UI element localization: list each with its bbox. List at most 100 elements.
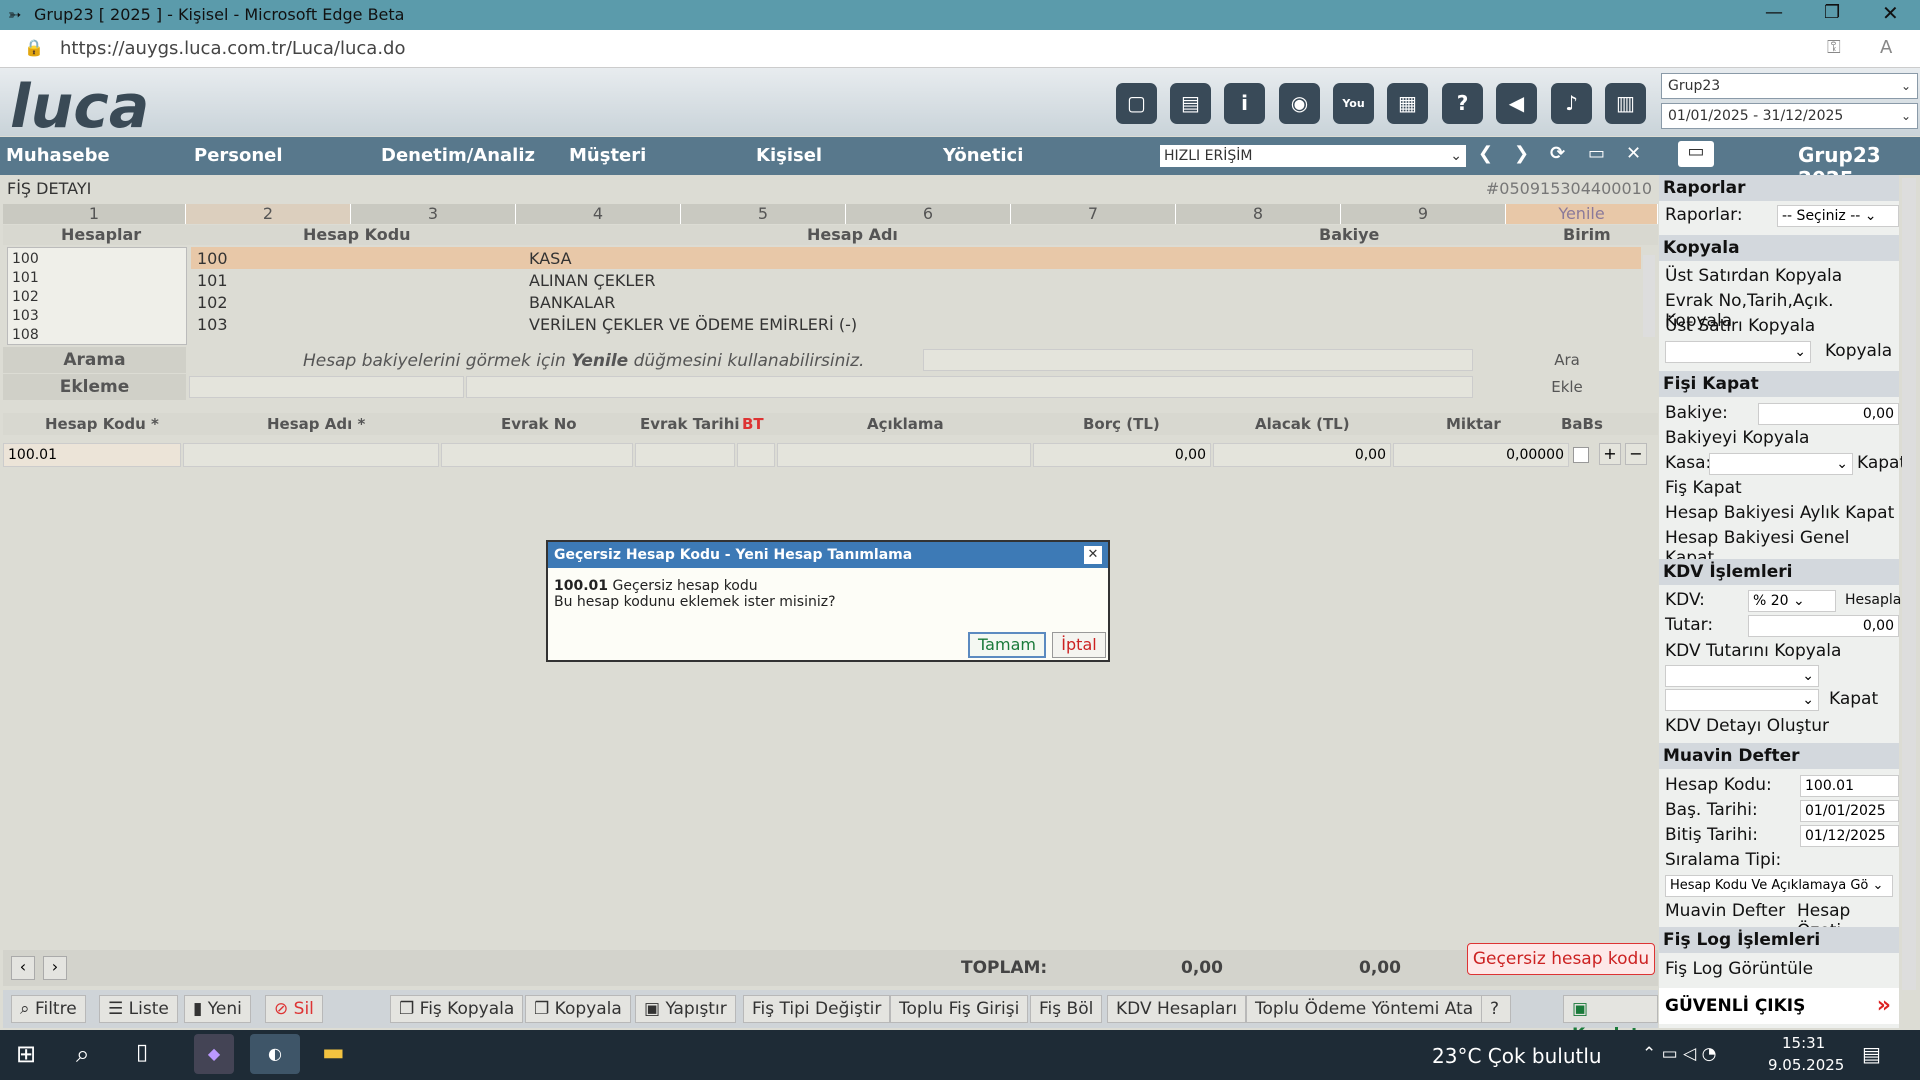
- muavin-defter-link[interactable]: Muavin Defter: [1665, 901, 1785, 921]
- book-icon[interactable]: ▤: [1170, 83, 1211, 124]
- menu-kisisel[interactable]: Kişisel: [756, 145, 822, 166]
- remove-row-button[interactable]: −: [1625, 443, 1647, 465]
- megaphone-icon[interactable]: ◀: [1496, 83, 1537, 124]
- tab-6[interactable]: 6: [846, 204, 1011, 224]
- list-item[interactable]: 101: [12, 269, 182, 288]
- right-scrollbar[interactable]: [1902, 178, 1916, 990]
- restore-icon[interactable]: ❐: [1824, 2, 1840, 23]
- bakiye-kopyala[interactable]: Bakiyeyi Kopyala: [1665, 428, 1809, 448]
- toplu-odeme-button[interactable]: Toplu Ödeme Yöntemi Ata: [1246, 995, 1483, 1023]
- info-icon[interactable]: i: [1224, 83, 1265, 124]
- address-bar[interactable]: 🔒 https://auygs.luca.com.tr/Luca/luca.do…: [0, 30, 1920, 68]
- list-item[interactable]: 102: [12, 288, 182, 307]
- tab-8[interactable]: 8: [1176, 204, 1341, 224]
- miktar-input[interactable]: 0,00000: [1393, 443, 1569, 467]
- clock-time[interactable]: 15:31: [1782, 1034, 1825, 1052]
- hesapla-button[interactable]: Hesapla: [1845, 592, 1901, 608]
- fis-log-link[interactable]: Fiş Log Görüntüle: [1665, 959, 1813, 979]
- guvenli-cikis-button[interactable]: GÜVENLİ ÇIKIŞ»: [1659, 988, 1899, 1024]
- next-icon[interactable]: ❯: [1514, 143, 1529, 164]
- evrak-tarihi-input[interactable]: [635, 443, 735, 467]
- aylik-kapat-link[interactable]: Hesap Bakiyesi Aylık Kapat: [1665, 503, 1894, 523]
- note-icon[interactable]: ▢: [1116, 83, 1157, 124]
- iptal-button[interactable]: İptal: [1052, 632, 1106, 658]
- dialog-close-icon[interactable]: ✕: [1084, 546, 1102, 564]
- filtre-button[interactable]: ⌕ Filtre: [11, 995, 86, 1023]
- list-item[interactable]: 103: [12, 307, 182, 326]
- panel-icon[interactable]: ▭: [1678, 141, 1714, 167]
- ust-satiri-kopyala[interactable]: Üst Satırı Kopyala: [1665, 316, 1815, 336]
- url-text[interactable]: https://auygs.luca.com.tr/Luca/luca.do: [60, 38, 406, 59]
- aciklama-input[interactable]: [777, 443, 1031, 467]
- minimize-icon[interactable]: —: [1765, 2, 1783, 23]
- tab-4[interactable]: 4: [516, 204, 681, 224]
- help-icon[interactable]: ?: [1442, 83, 1483, 124]
- period-select[interactable]: 01/01/2025 - 31/12/2025 ⌄: [1661, 103, 1918, 129]
- fis-tipi-button[interactable]: Fiş Tipi Değiştir: [743, 995, 891, 1023]
- quick-access-select[interactable]: HIZLI ERİŞİM ⌄: [1160, 145, 1466, 167]
- kasa-kapat[interactable]: Kapat: [1857, 453, 1906, 473]
- notification-icon[interactable]: ▤: [1862, 1042, 1881, 1066]
- menu-denetim[interactable]: Denetim/Analiz: [381, 145, 535, 166]
- weather-widget[interactable]: 23°C Çok bulutlu: [1432, 1044, 1602, 1068]
- babs-checkbox[interactable]: [1573, 447, 1589, 463]
- kdv-detay-olustur[interactable]: KDV Detayı Oluştur: [1665, 716, 1829, 736]
- toplu-fis-button[interactable]: Toplu Fiş Girişi: [890, 995, 1029, 1023]
- add-code-input[interactable]: [189, 376, 464, 398]
- clock-date[interactable]: 9.05.2025: [1768, 1056, 1844, 1074]
- kdv-hesaplari-button[interactable]: KDV Hesapları: [1107, 995, 1247, 1023]
- evrak-no-input[interactable]: [441, 443, 633, 467]
- table-row[interactable]: [191, 247, 1641, 269]
- ara-button[interactable]: Ara: [1476, 347, 1658, 373]
- menu-yonetici[interactable]: Yönetici: [943, 145, 1023, 166]
- window-icon[interactable]: ▭: [1588, 143, 1605, 164]
- alacak-input[interactable]: 0,00: [1213, 443, 1391, 467]
- liste-button[interactable]: ☰ Liste: [99, 995, 178, 1023]
- tamam-button[interactable]: Tamam: [968, 632, 1046, 658]
- ekle-button[interactable]: Ekle: [1476, 374, 1658, 400]
- tab-9[interactable]: 9: [1341, 204, 1506, 224]
- tab-2[interactable]: 2: [186, 204, 351, 224]
- edge-beta-icon[interactable]: ◐: [250, 1034, 300, 1074]
- refresh-icon[interactable]: ⟳: [1550, 143, 1565, 164]
- kaydet-button[interactable]: ▣ Kaydet: [1563, 995, 1658, 1045]
- scroll-left-icon[interactable]: ‹: [11, 956, 35, 980]
- kopyala-select[interactable]: ⌄: [1665, 341, 1811, 363]
- globe-icon[interactable]: ◉: [1279, 83, 1320, 124]
- menu-muhasebe[interactable]: Muhasebe: [6, 145, 110, 166]
- search-input[interactable]: [923, 349, 1473, 371]
- raporlar-select[interactable]: -- Seçiniz -- ⌄: [1777, 205, 1899, 227]
- add-row-button[interactable]: +: [1599, 443, 1621, 465]
- menu-musteri[interactable]: Müşteri: [569, 145, 646, 166]
- task-view-icon[interactable]: ▯: [136, 1040, 148, 1065]
- scroll-right-icon[interactable]: ›: [43, 956, 67, 980]
- kasa-select[interactable]: ⌄: [1709, 453, 1853, 475]
- fis-kopyala-button[interactable]: ❐ Fiş Kopyala: [390, 995, 524, 1023]
- close-icon[interactable]: ✕: [1882, 1, 1899, 25]
- kdv-kapat[interactable]: Kapat: [1829, 689, 1878, 709]
- entry-code-input[interactable]: 100.01: [3, 443, 181, 467]
- close-tab-icon[interactable]: ✕: [1626, 143, 1641, 164]
- fis-bol-button[interactable]: Fiş Böl: [1030, 995, 1103, 1023]
- help-icon[interactable]: ?: [1481, 995, 1511, 1023]
- accounts-scrollbar[interactable]: [1643, 255, 1655, 337]
- ust-satirdan-kopyala[interactable]: Üst Satırdan Kopyala: [1665, 266, 1842, 286]
- entry-name-input[interactable]: [183, 443, 439, 467]
- bas-tarihi-input[interactable]: 01/01/2025: [1800, 800, 1899, 822]
- muavin-hesap-kodu[interactable]: 100.01: [1800, 775, 1899, 797]
- sil-button[interactable]: ⊘ Sil: [265, 995, 323, 1023]
- tab-1[interactable]: 1: [3, 204, 186, 224]
- yeni-button[interactable]: ▮ Yeni: [184, 995, 251, 1023]
- prev-icon[interactable]: ❮: [1478, 143, 1493, 164]
- bell-icon[interactable]: ♪: [1551, 83, 1592, 124]
- company-select[interactable]: Grup23 ⌄: [1661, 73, 1918, 99]
- borc-input[interactable]: 0,00: [1033, 443, 1211, 467]
- list-item[interactable]: 100: [12, 250, 182, 269]
- app-icon[interactable]: ◆: [194, 1034, 234, 1074]
- yapistir-button[interactable]: ▣ Yapıştır: [635, 995, 736, 1023]
- siralama-select[interactable]: Hesap Kodu Ve Açıklamaya Gö ⌄: [1665, 875, 1893, 897]
- kopyala-button[interactable]: ❐ Kopyala: [525, 995, 631, 1023]
- yenile-tab[interactable]: Yenile: [1506, 204, 1658, 224]
- bitis-tarihi-input[interactable]: 01/12/2025: [1800, 825, 1899, 847]
- tray-icons[interactable]: ⌃ ▭ ◁ ◔: [1642, 1044, 1716, 1064]
